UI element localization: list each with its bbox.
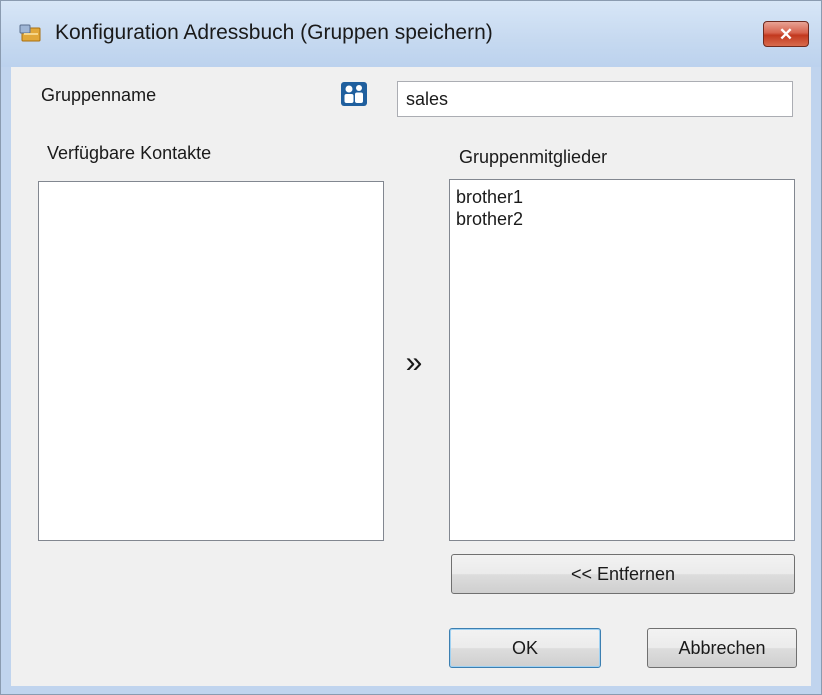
list-item[interactable]: brother2 <box>450 208 794 230</box>
ok-button[interactable]: OK <box>449 628 601 668</box>
close-button[interactable]: ✕ <box>763 21 809 47</box>
window-frame-right <box>811 67 821 694</box>
available-contacts-label: Verfügbare Kontakte <box>47 143 212 163</box>
window-frame-bottom <box>1 686 821 694</box>
cancel-button[interactable]: Abbrechen <box>647 628 797 668</box>
add-member-button[interactable]: » <box>397 346 431 380</box>
address-book-icon <box>19 24 41 42</box>
remove-button[interactable]: << Entfernen <box>451 554 795 594</box>
available-contacts-list[interactable] <box>38 181 384 541</box>
list-item[interactable]: brother1 <box>450 186 794 208</box>
window-title: Konfiguration Adressbuch (Gruppen speich… <box>55 21 493 44</box>
dialog-window: Konfiguration Adressbuch (Gruppen speich… <box>0 0 822 695</box>
dialog-content: Gruppenname Verfügbare Kontakte Gruppenm… <box>11 67 811 686</box>
group-name-label: Gruppenname <box>41 85 157 105</box>
group-members-list[interactable]: brother1 brother2 <box>449 179 795 541</box>
title-bar[interactable]: Konfiguration Adressbuch (Gruppen speich… <box>1 1 821 67</box>
group-members-label: Gruppenmitglieder <box>459 147 608 167</box>
close-icon: ✕ <box>778 24 794 44</box>
group-icon <box>341 82 367 106</box>
window-frame-left <box>1 67 11 694</box>
group-name-input[interactable] <box>397 81 793 117</box>
